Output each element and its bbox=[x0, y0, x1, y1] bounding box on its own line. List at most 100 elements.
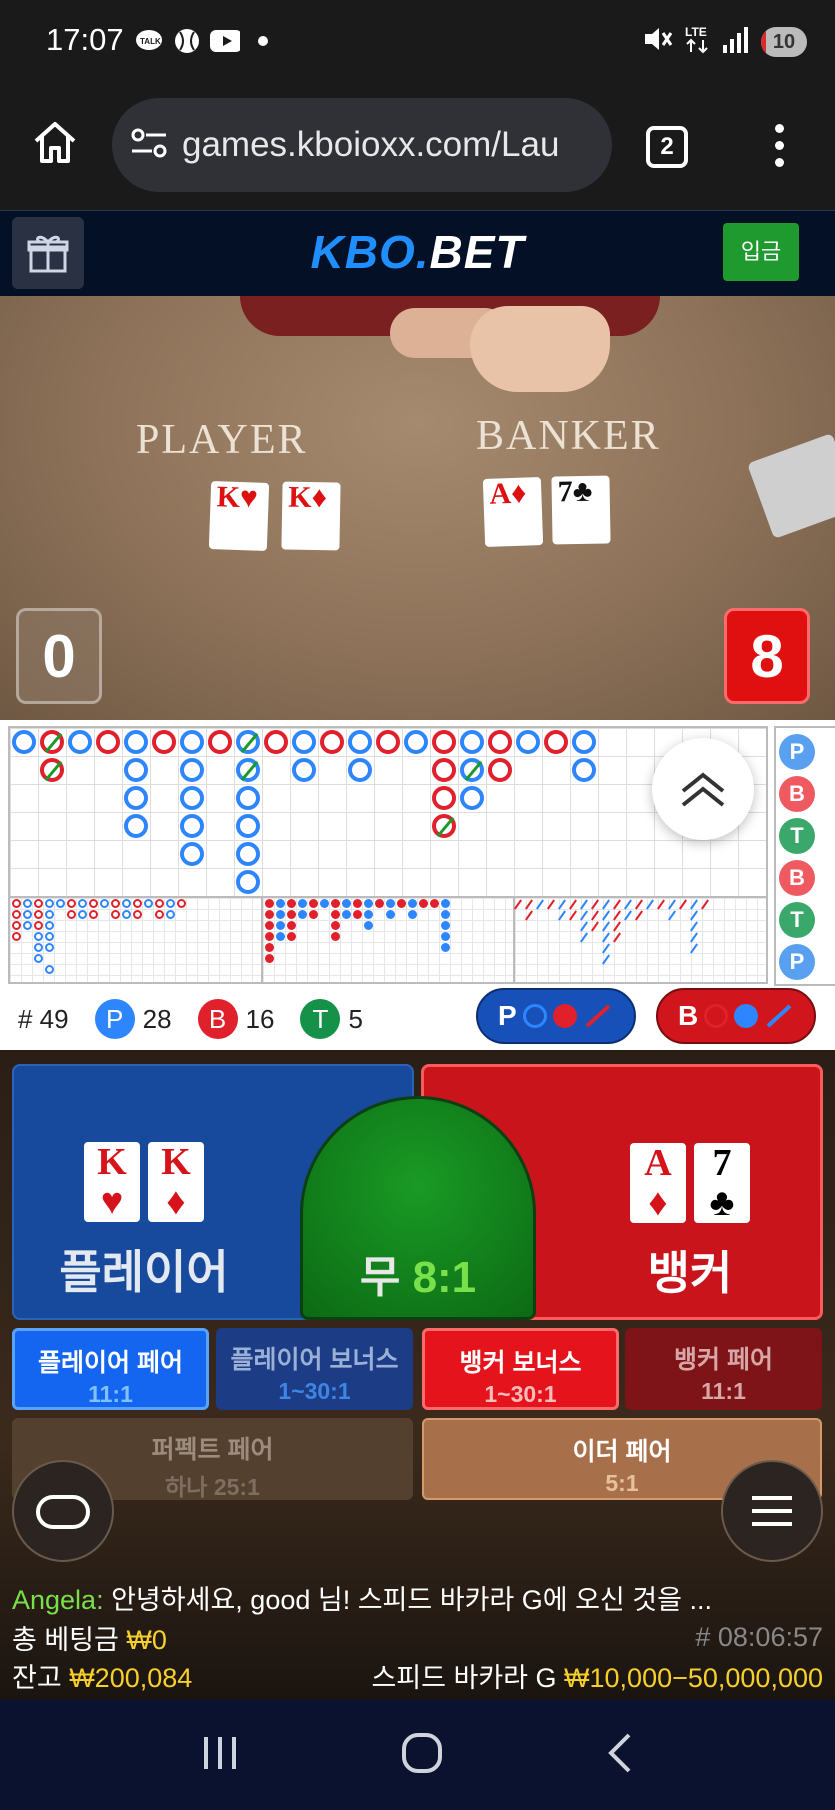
derived-road-marker bbox=[330, 899, 340, 908]
predict-player-button[interactable]: P bbox=[476, 988, 636, 1044]
derived-road-marker bbox=[264, 932, 274, 941]
home-nav-icon[interactable] bbox=[400, 1731, 444, 1780]
big-road-marker bbox=[572, 758, 596, 782]
predict-banker-button[interactable]: B bbox=[656, 988, 816, 1044]
live-video: PLAYER BANKER K♥ K♦ A♦ 7♣ bbox=[0, 296, 835, 720]
big-road-marker bbox=[460, 786, 484, 810]
big-road-marker bbox=[572, 730, 596, 754]
site-settings-icon[interactable] bbox=[130, 127, 168, 164]
site-header: KBO.BET 입금 bbox=[0, 210, 835, 296]
derived-road-marker bbox=[45, 921, 54, 930]
big-road-marker bbox=[544, 730, 568, 754]
hamburger-menu-icon[interactable] bbox=[721, 1460, 823, 1562]
big-road-marker bbox=[236, 730, 260, 754]
derived-road-marker bbox=[668, 899, 677, 910]
big-road-marker bbox=[432, 786, 456, 810]
derived-road-marker bbox=[602, 943, 611, 954]
table-player-label: PLAYER bbox=[136, 417, 308, 463]
derived-road-marker bbox=[264, 910, 274, 919]
banker-score: 8 bbox=[724, 608, 810, 704]
derived-road-marker bbox=[89, 899, 98, 908]
total-rounds: # 49 bbox=[18, 1003, 69, 1034]
player-score: 0 bbox=[16, 608, 102, 704]
big-road-marker bbox=[180, 786, 204, 810]
derived-road-marker bbox=[286, 910, 296, 919]
big-road-marker bbox=[460, 730, 484, 754]
derived-road-marker bbox=[690, 943, 699, 954]
derived-road-marker bbox=[275, 921, 285, 930]
deposit-button[interactable]: 입금 bbox=[723, 223, 799, 281]
derived-road-marker bbox=[330, 932, 340, 941]
big-road-marker bbox=[180, 730, 204, 754]
derived-road-marker bbox=[34, 943, 43, 952]
talk-icon: TALK bbox=[134, 26, 164, 56]
big-road-marker bbox=[348, 730, 372, 754]
site-logo[interactable]: KBO.BET bbox=[0, 225, 835, 279]
roadmap-panel: P B T B T P # 49 P 28 B 16 T5 P B bbox=[0, 720, 835, 1050]
chat-message: Angela: 안녕하세요, good 님! 스피드 바카라 G에 오신 것을 … bbox=[12, 1585, 712, 1615]
derived-road-marker bbox=[12, 921, 21, 930]
video-player-card-2: K♦ bbox=[281, 481, 341, 551]
svg-text:LTE: LTE bbox=[685, 25, 707, 39]
big-road-marker bbox=[432, 758, 456, 782]
derived-road-marker bbox=[547, 899, 556, 910]
side-prediction: B bbox=[779, 776, 815, 812]
tab-switcher-button[interactable]: 2 bbox=[646, 126, 688, 168]
player-wins: P 28 bbox=[94, 999, 172, 1039]
derived-road-marker bbox=[635, 910, 644, 921]
collapse-up-icon[interactable] bbox=[652, 738, 754, 840]
big-road[interactable] bbox=[8, 726, 768, 898]
derived-road-marker bbox=[177, 899, 186, 908]
derived-road-marker bbox=[166, 910, 175, 919]
big-road-marker bbox=[488, 730, 512, 754]
player-bonus-button[interactable]: 플레이어 보너스 1~30:1 bbox=[216, 1328, 413, 1410]
big-road-marker bbox=[68, 730, 92, 754]
svg-text:TALK: TALK bbox=[140, 37, 161, 46]
big-road-marker bbox=[124, 814, 148, 838]
derived-road-marker bbox=[56, 899, 65, 908]
derived-road-marker bbox=[330, 921, 340, 930]
recent-apps-icon[interactable] bbox=[200, 1733, 240, 1778]
browser-menu-icon[interactable] bbox=[766, 124, 792, 172]
table-banker-label: BANKER bbox=[476, 413, 661, 459]
derived-road-marker bbox=[613, 921, 622, 932]
derived-road-marker bbox=[45, 965, 54, 974]
big-road-marker bbox=[12, 730, 36, 754]
derived-road-marker bbox=[591, 921, 600, 932]
derived-road-marker bbox=[385, 899, 395, 908]
banker-bonus-button[interactable]: 뱅커 보너스 1~30:1 bbox=[422, 1328, 619, 1410]
derived-road-marker bbox=[352, 899, 362, 908]
big-road-marker bbox=[292, 758, 316, 782]
derived-road-marker bbox=[23, 910, 32, 919]
derived-road-marker bbox=[407, 910, 417, 919]
tie-bet-area[interactable]: 무 8:1 bbox=[300, 1096, 536, 1320]
derived-road-marker bbox=[602, 899, 611, 910]
big-road-marker bbox=[236, 842, 260, 866]
big-road-marker bbox=[516, 730, 540, 754]
derived-road-marker bbox=[155, 910, 164, 919]
table-name: 스피드 바카라 G bbox=[371, 1662, 557, 1693]
big-road-marker bbox=[236, 786, 260, 810]
derived-road-marker bbox=[440, 910, 450, 919]
derived-road-marker bbox=[624, 910, 633, 921]
derived-road-marker bbox=[122, 910, 131, 919]
derived-road-marker bbox=[624, 899, 633, 910]
derived-road-marker bbox=[701, 899, 710, 910]
address-bar[interactable]: games.kboioxx.com/Lau bbox=[112, 98, 612, 192]
derived-roads[interactable] bbox=[8, 898, 768, 984]
big-road-marker bbox=[376, 730, 400, 754]
derived-road-marker bbox=[569, 910, 578, 921]
back-icon[interactable] bbox=[605, 1731, 635, 1780]
home-icon[interactable] bbox=[32, 119, 78, 165]
derived-road-marker bbox=[275, 899, 285, 908]
derived-road-marker bbox=[580, 932, 589, 943]
banker-pair-button[interactable]: 뱅커 페어 11:1 bbox=[625, 1328, 822, 1410]
round-id: # 08:06:57 bbox=[695, 1621, 823, 1652]
mute-icon bbox=[643, 25, 673, 58]
player-pair-button[interactable]: 플레이어 페어 11:1 bbox=[12, 1328, 209, 1410]
betting-table: K ♥ K ♦ 플레이어 A ♦ 7 ♣ 뱅커 무 8:1 플레이어 페어 11:1 플레… bbox=[0, 1050, 835, 1700]
big-road-marker bbox=[96, 730, 120, 754]
chat-bubble-icon[interactable] bbox=[12, 1460, 114, 1562]
big-road-marker bbox=[320, 730, 344, 754]
big-road-marker bbox=[208, 730, 232, 754]
